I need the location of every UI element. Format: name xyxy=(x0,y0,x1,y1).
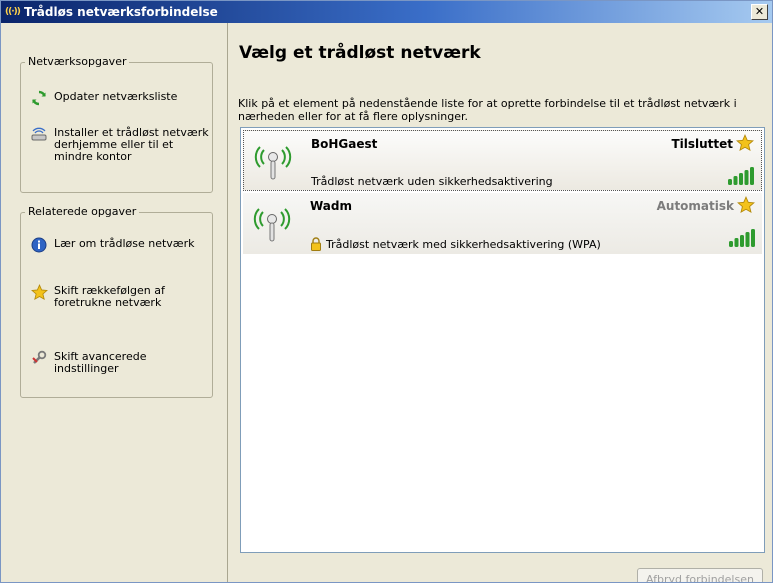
network-status: Tilsluttet xyxy=(671,137,733,151)
instructions-text: Klik på et element på nedenstående liste… xyxy=(238,97,737,123)
related-tasks-group: Relaterede opgaver Lær om trådløse netvæ… xyxy=(20,205,213,398)
learn-wireless-task[interactable]: Lær om trådløse netværk xyxy=(30,236,210,254)
change-network-order-task[interactable]: Skift rækkefølgen af foretrukne netværk xyxy=(30,283,210,309)
network-description: Trådløst netværk uden sikkerhedsaktiveri… xyxy=(311,175,553,188)
network-item-bohgaest[interactable]: BoHGaest Tilsluttet Trådløst netværk ude… xyxy=(243,130,762,191)
wireless-network-icon xyxy=(254,141,292,181)
page-title: Vælg et trådløst netværk xyxy=(239,43,481,63)
related-tasks-title: Relaterede opgaver xyxy=(25,205,140,218)
install-wireless-network-label: Installer et trådløst netværk derhjemme … xyxy=(54,126,209,163)
wireless-network-icon xyxy=(253,203,291,243)
wireless-setup-icon xyxy=(30,125,48,143)
network-name: Wadm xyxy=(310,199,352,213)
learn-wireless-label: Lær om trådløse netværk xyxy=(54,237,195,250)
change-advanced-settings-task[interactable]: Skift avancerede indstillinger xyxy=(30,349,210,375)
network-status: Automatisk xyxy=(656,199,734,213)
network-tasks-group: Netværksopgaver Opdater netværksliste In… xyxy=(20,55,213,193)
change-advanced-settings-label: Skift avancerede indstillinger xyxy=(54,350,147,375)
preferred-star-icon xyxy=(737,195,755,214)
signal-strength-icon xyxy=(728,229,756,247)
settings-icon xyxy=(30,349,48,367)
network-list[interactable]: BoHGaest Tilsluttet Trådløst netværk ude… xyxy=(240,127,765,553)
info-icon xyxy=(30,236,48,254)
wireless-connection-window: ((·)) Trådløs netværksforbindelse ✕ Netv… xyxy=(0,0,773,583)
main-panel: Vælg et trådløst netværk Klik på et elem… xyxy=(228,23,772,582)
refresh-icon xyxy=(30,89,48,107)
sidebar: Netværksopgaver Opdater netværksliste In… xyxy=(1,23,228,582)
disconnect-button[interactable]: Afbryd forbindelsen xyxy=(637,568,763,582)
network-tasks-title: Netværksopgaver xyxy=(25,55,130,68)
refresh-network-list-task[interactable]: Opdater netværksliste xyxy=(30,89,210,107)
network-description: Trådløst netværk med sikkerhedsaktiverin… xyxy=(326,238,601,251)
lock-icon xyxy=(310,237,322,251)
network-name: BoHGaest xyxy=(311,137,378,151)
change-network-order-label: Skift rækkefølgen af foretrukne netværk xyxy=(54,284,165,309)
network-description-row: Trådløst netværk med sikkerhedsaktiverin… xyxy=(310,237,601,251)
network-item-wadm[interactable]: Wadm Automatisk Trådløst netværk med sik… xyxy=(243,193,762,254)
install-wireless-network-task[interactable]: Installer et trådløst netværk derhjemme … xyxy=(30,125,210,163)
signal-strength-icon xyxy=(727,167,755,185)
star-icon xyxy=(30,283,48,301)
title-bar[interactable]: ((·)) Trådløs netværksforbindelse ✕ xyxy=(1,1,772,23)
refresh-network-list-label: Opdater netværksliste xyxy=(54,90,178,103)
wireless-icon: ((·)) xyxy=(5,7,21,17)
preferred-star-icon xyxy=(736,133,754,152)
window-title: Trådløs netværksforbindelse xyxy=(24,5,218,19)
close-button[interactable]: ✕ xyxy=(751,4,768,20)
